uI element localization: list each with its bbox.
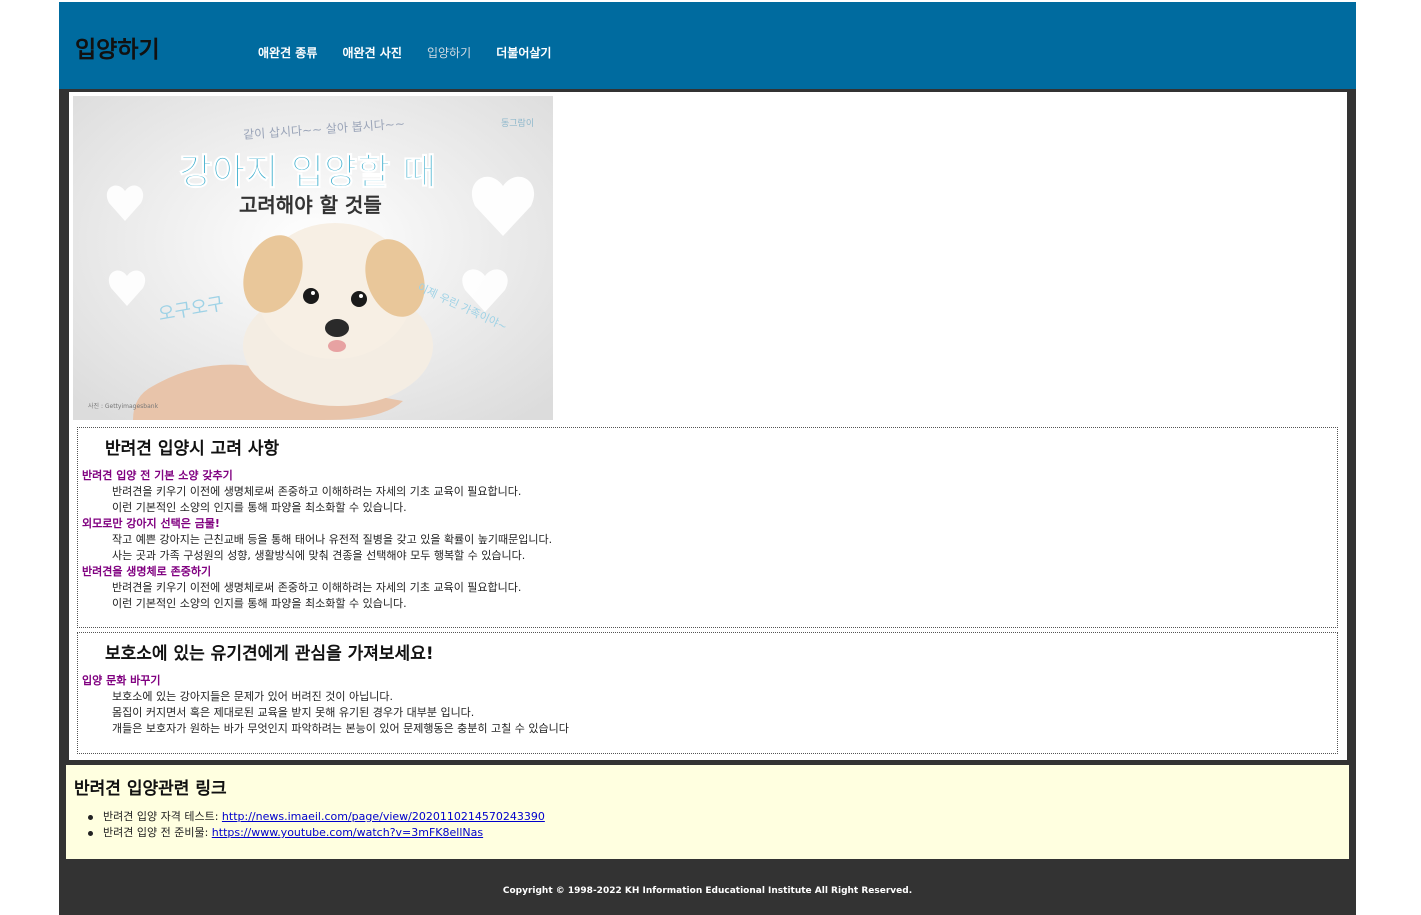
hero-title-line1: 강아지 입양할 때 [179,152,436,193]
page-frame: 입양하기 애완견 종류 애완견 사진 입양하기 더불어살기 같이 삽시다~~ 살… [59,2,1356,915]
main-content: 같이 삽시다~~ 살아 봅시다~~ 강아지 입양할 때 고려해야 할 것들 오구… [69,92,1347,760]
nav-item-dog-breeds[interactable]: 애완견 종류 [258,44,317,61]
link-adoption-test[interactable]: http://news.imaeil.com/page/view/2020110… [222,810,545,823]
list-item: 반려견 입양 전 준비물: https://www.youtube.com/wa… [88,825,545,841]
links-list: 반려견 입양 자격 테스트: http://news.imaeil.com/pa… [88,809,545,841]
main-nav: 애완견 종류 애완견 사진 입양하기 더불어살기 [258,42,571,62]
copyright-text: Copyright © 1998-2022 KH Information Edu… [502,886,913,896]
nav-item-living-together[interactable]: 더불어살기 [496,44,551,61]
hero-brand: 동그람이 [501,117,534,129]
links-title: 반려견 입양관련 링크 [74,779,227,799]
link-label: 반려견 입양 전 준비물: [103,826,212,839]
body-text: 몸집이 커지면서 혹은 제대로된 교육을 받지 못해 유기된 경우가 대부분 입… [112,706,475,719]
links-section: 반려견 입양관련 링크 반려견 입양 자격 테스트: http://news.i… [66,765,1349,859]
hero-credit: 사진 : Gettyimagesbank [88,402,159,410]
consideration-section: 반려견 입양시 고려 사항 반려견 입양 전 기본 소양 갖추기 반려견을 키우… [77,427,1338,628]
body-text: 보호소에 있는 강아지들은 문제가 있어 버려진 것이 아닙니다. [112,690,393,703]
body-text: 반려견을 키우기 이전에 생명체로써 존중하고 이해하려는 자세의 기초 교육이… [112,485,522,498]
body-text: 개들은 보호자가 원하는 바가 무엇인지 파악하려는 본능이 있어 문제행동은 … [112,722,569,735]
body-text: 사는 곳과 가족 구성원의 성향, 생활방식에 맞춰 견종을 선택해야 모두 행… [112,549,526,562]
body-text: 이런 기본적인 소양의 인지를 통해 파양을 최소화할 수 있습니다. [112,501,407,514]
link-preparation-video[interactable]: https://www.youtube.com/watch?v=3mFK8ell… [212,826,483,839]
bullet-icon [88,831,93,836]
body-text: 반려견을 키우기 이전에 생명체로써 존중하고 이해하려는 자세의 기초 교육이… [112,581,522,594]
section-title: 보호소에 있는 유기견에게 관심을 가져보세요! [105,644,434,664]
nav-item-dog-photos[interactable]: 애완견 사진 [342,44,401,61]
subtitle-respect: 반려견을 생명체로 존중하기 [82,565,212,578]
hero-title-line2: 고려해야 할 것들 [239,193,382,217]
link-label: 반려견 입양 자격 테스트: [103,810,222,823]
nav-item-adoption[interactable]: 입양하기 [427,44,471,61]
subtitle-adoption-culture: 입양 문화 바꾸기 [82,674,161,687]
hero-image: 같이 삽시다~~ 살아 봅시다~~ 강아지 입양할 때 고려해야 할 것들 오구… [73,96,553,420]
subtitle-basic-knowledge: 반려견 입양 전 기본 소양 갖추기 [82,469,233,482]
section-title: 반려견 입양시 고려 사항 [105,439,280,459]
shelter-section: 보호소에 있는 유기견에게 관심을 가져보세요! 입양 문화 바꾸기 보호소에 … [77,632,1338,754]
puppy-illustration: 같이 삽시다~~ 살아 봅시다~~ 강아지 입양할 때 고려해야 할 것들 오구… [73,96,553,420]
site-logo[interactable]: 입양하기 [75,30,160,64]
bullet-icon [88,815,93,820]
subtitle-appearance: 외모로만 강아지 선택은 금물! [82,517,220,530]
body-text: 작고 예쁜 강아지는 근친교배 등을 통해 태어나 유전적 질병을 갖고 있을 … [112,533,553,546]
body-text: 이런 기본적인 소양의 인지를 통해 파양을 최소화할 수 있습니다. [112,597,407,610]
site-header: 입양하기 애완견 종류 애완견 사진 입양하기 더불어살기 [59,2,1356,89]
list-item: 반려견 입양 자격 테스트: http://news.imaeil.com/pa… [88,809,545,825]
site-footer: Copyright © 1998-2022 KH Information Edu… [59,859,1356,915]
